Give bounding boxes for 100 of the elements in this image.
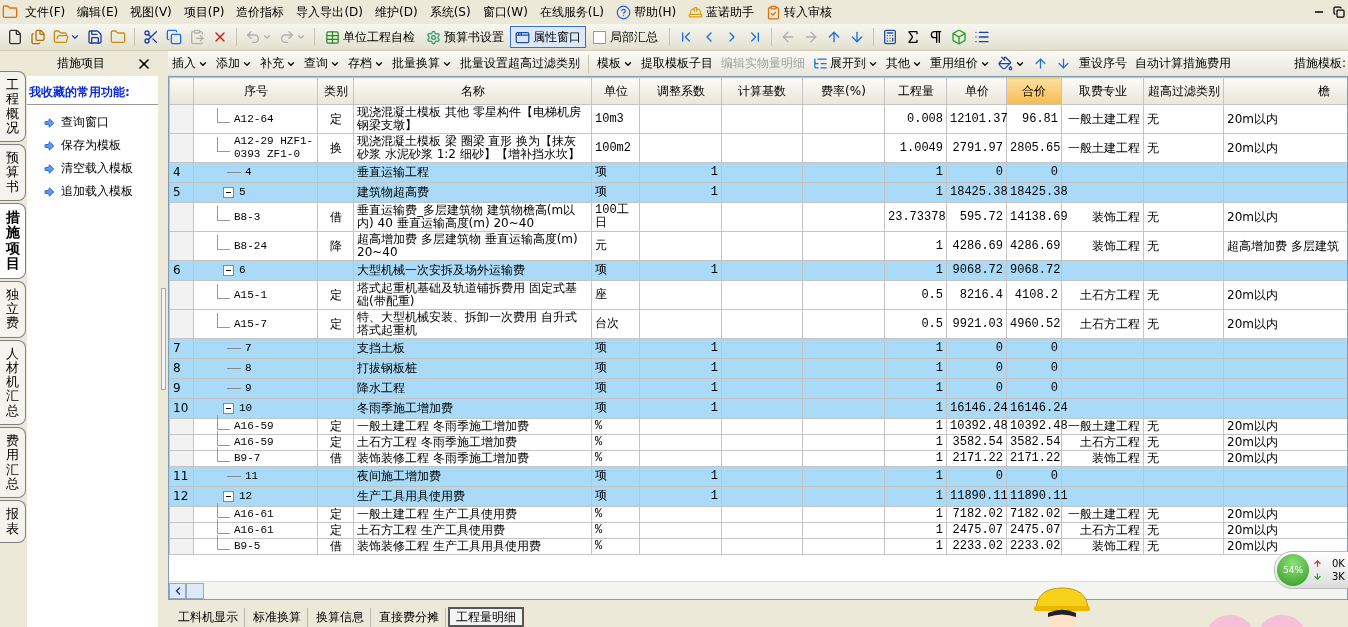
scrollbar-thumb[interactable]: [186, 582, 204, 599]
favorite-link[interactable]: 查询窗口: [27, 111, 158, 134]
column-header[interactable]: 檐: [1223, 77, 1347, 105]
toolbar-button[interactable]: 自动计算措施费用: [1131, 52, 1235, 75]
menu-item[interactable]: 视图(V): [125, 3, 177, 21]
table-cell: 16146.24: [950, 401, 1008, 415]
dropdown-button[interactable]: 存档: [344, 52, 388, 75]
dropdown-button[interactable]: 重用组价: [926, 52, 994, 75]
menu-item[interactable]: 转入审核: [761, 3, 838, 21]
dropdown-button[interactable]: 批量换算: [388, 52, 456, 75]
row-number: 8: [173, 361, 181, 375]
table-cell: 4960.52: [1010, 316, 1061, 331]
column-header[interactable]: 单价: [946, 77, 1007, 105]
dropdown-button[interactable]: 插入: [168, 52, 212, 75]
favorite-link[interactable]: 保存为模板: [27, 134, 158, 157]
column-header[interactable]: 调整系数: [639, 77, 722, 105]
arrow-right-icon: [43, 162, 55, 175]
item-code: B9-5: [234, 540, 261, 553]
column-header[interactable]: 序号: [193, 77, 318, 105]
side-tab[interactable]: 报表: [0, 500, 26, 543]
tree-toggle[interactable]: [223, 265, 234, 276]
column-header[interactable]: 合价: [1006, 77, 1062, 105]
table-cell: 装饰装修工程 冬雨季施工增加费: [357, 451, 529, 465]
item-code: 9: [245, 382, 252, 395]
restore-button[interactable]: [1330, 6, 1348, 18]
table-cell: 0: [1050, 361, 1058, 375]
table-cell: 无: [1147, 523, 1159, 537]
column-header[interactable]: 取费专业: [1061, 77, 1144, 105]
toolbar-button[interactable]: 批量设置超高过滤类别: [456, 52, 584, 75]
favorite-link[interactable]: 追加载入模板: [27, 180, 158, 203]
table-cell: 1: [935, 435, 943, 449]
table-cell: 2171.22: [1010, 451, 1061, 465]
menu-item[interactable]: 导入导出(D): [291, 3, 368, 21]
toolbar-button[interactable]: 重设序号: [1075, 52, 1131, 75]
menu-item[interactable]: 系统(S): [424, 3, 476, 21]
table-cell: 定: [329, 287, 342, 302]
dropdown-button[interactable]: 添加: [212, 52, 256, 75]
bottom-tab[interactable]: 工程量明细: [448, 607, 524, 627]
table-cell: 20m以内: [1227, 539, 1278, 553]
upload-speed: 0K: [1332, 558, 1345, 569]
tree-line: [227, 368, 241, 369]
toolbar-button[interactable]: 预算书设置: [421, 26, 509, 48]
side-tab[interactable]: 预算书: [0, 144, 26, 202]
side-tab[interactable]: 人材机汇总: [0, 339, 26, 425]
table-cell: 1: [710, 185, 718, 199]
tree-toggle[interactable]: [223, 403, 234, 414]
folder-icon: [110, 29, 126, 45]
column-header[interactable]: 计算基数: [721, 77, 803, 105]
tree-toggle[interactable]: [223, 491, 234, 502]
scroll-left-button[interactable]: [169, 582, 186, 599]
table-cell: 1.0049: [899, 140, 943, 155]
table-cell: 7182.02: [1010, 507, 1061, 521]
menu-item[interactable]: 维护(D): [370, 3, 423, 21]
template-label: 措施模板:: [1293, 55, 1347, 72]
column-header[interactable]: 费率(%): [802, 77, 885, 105]
side-tab[interactable]: 措施项目: [0, 203, 26, 279]
menu-item[interactable]: 窗口(W): [477, 3, 533, 21]
table-cell: 无: [1147, 316, 1159, 331]
column-header[interactable]: 超高过滤类别: [1143, 77, 1224, 105]
menu-item[interactable]: 文件(F): [20, 3, 71, 21]
checkbox[interactable]: [593, 30, 606, 44]
files-icon: [30, 29, 46, 45]
table-cell: 建筑物超高费: [357, 185, 429, 199]
side-tab[interactable]: 工程概况: [0, 71, 26, 143]
bottom-tab[interactable]: 换算信息: [310, 608, 371, 627]
dropdown-button[interactable]: 查询: [300, 52, 344, 75]
menu-item[interactable]: 编辑(E): [72, 3, 124, 21]
bottom-tab[interactable]: 直接费分摊: [373, 608, 446, 627]
menu-item[interactable]: 在线服务(L): [534, 3, 609, 21]
column-header[interactable]: 类别: [317, 77, 354, 105]
favorite-link[interactable]: 清空载入模板: [27, 157, 158, 180]
menu-item[interactable]: 造价指标: [231, 3, 290, 21]
column-header[interactable]: 工程量: [884, 77, 947, 105]
tree-line: [217, 312, 230, 328]
arrow-down-icon: [849, 29, 865, 45]
file-icon: [7, 29, 23, 45]
table-cell: 无: [1147, 507, 1159, 521]
menu-item[interactable]: 项目(P): [178, 3, 230, 21]
column-header[interactable]: 名称: [353, 77, 592, 105]
dropdown-button[interactable]: 展开到: [809, 52, 882, 75]
side-tab[interactable]: 独立费: [0, 280, 26, 338]
toolbar-button[interactable]: 属性窗口: [510, 26, 586, 48]
item-code: A15-1: [234, 288, 267, 302]
toolbar-button[interactable]: 提取模板子目: [637, 52, 717, 75]
dropdown-button[interactable]: 补充: [256, 52, 300, 75]
splitter-handle[interactable]: [160, 288, 166, 390]
side-tab[interactable]: 费用汇总: [0, 427, 26, 499]
toolbar-button[interactable]: 单位工程自检: [320, 26, 420, 48]
table-cell: 0: [1050, 381, 1058, 395]
menu-item[interactable]: 蓝诺助手: [683, 3, 760, 21]
table-cell: %: [595, 523, 603, 537]
dropdown-button[interactable]: 其他: [882, 52, 926, 75]
column-header[interactable]: 单位: [591, 77, 640, 105]
bottom-tab[interactable]: 标准换算: [247, 608, 308, 627]
tree-toggle[interactable]: [223, 187, 234, 198]
dropdown-button[interactable]: 模板: [593, 52, 637, 75]
table-cell: 14138.69: [1010, 209, 1068, 224]
menu-item[interactable]: 帮助(H): [610, 3, 682, 21]
bottom-tab[interactable]: 工料机显示: [172, 608, 245, 627]
help-icon: [615, 4, 631, 20]
